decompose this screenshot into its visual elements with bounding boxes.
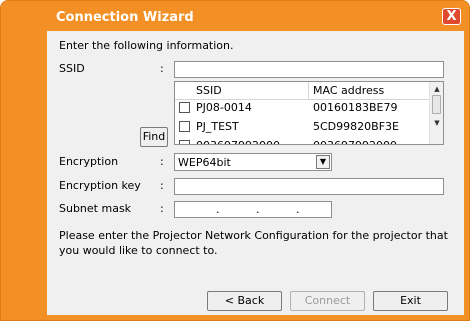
list-scrollbar[interactable]: ▲ ▼ (429, 82, 443, 144)
list-header: SSID MAC address (175, 82, 429, 100)
ssid-colon: : (160, 62, 164, 75)
connect-button[interactable]: Connect (290, 291, 365, 311)
list-item[interactable]: 003697992000 003697992000 (175, 137, 429, 144)
ssid-input[interactable] (174, 61, 444, 78)
find-button[interactable]: Find (140, 127, 168, 147)
row-checkbox[interactable] (179, 102, 190, 113)
subnet-mask-input[interactable]: . . . (174, 201, 332, 218)
window-title: Connection Wizard (56, 10, 194, 25)
list-item[interactable]: PJ08-0014 00160183BE79 (175, 99, 429, 118)
encryption-colon: : (160, 155, 164, 168)
row-mac: 003697992000 (313, 139, 397, 144)
scroll-down-icon[interactable]: ▼ (430, 116, 443, 130)
wizard-content: Enter the following information. SSID : … (47, 31, 464, 315)
title-bar: Connection Wizard X (1, 1, 469, 31)
row-mac: 5CD99820BF3E (313, 120, 399, 133)
row-checkbox[interactable] (179, 121, 190, 132)
subnet-mask-label: Subnet mask (59, 202, 132, 215)
close-icon: X (446, 9, 457, 24)
bottom-frame-band (47, 315, 464, 320)
header-divider (308, 82, 309, 99)
encryption-select[interactable]: WEP64bit ▼ (174, 153, 332, 171)
scroll-up-icon[interactable]: ▲ (430, 82, 443, 96)
octet-separator: . (296, 203, 300, 216)
octet-separator: . (256, 203, 260, 216)
list-item[interactable]: PJ_TEST 5CD99820BF3E (175, 118, 429, 137)
subnet-mask-colon: : (160, 202, 164, 215)
left-frame-band (1, 31, 47, 320)
ssid-list[interactable]: SSID MAC address PJ08-0014 00160183BE79 … (174, 81, 444, 145)
encryption-label: Encryption (59, 155, 119, 168)
back-button[interactable]: < Back (207, 291, 282, 311)
col-header-ssid[interactable]: SSID (196, 84, 222, 97)
row-checkbox[interactable] (179, 140, 190, 144)
exit-button[interactable]: Exit (373, 291, 448, 311)
row-ssid: PJ08-0014 (196, 101, 252, 114)
right-frame-band (464, 31, 469, 320)
encryption-key-input[interactable] (174, 178, 444, 195)
instruction-message: Please enter the Projector Network Confi… (59, 229, 448, 257)
encryption-value: WEP64bit (178, 156, 231, 169)
scroll-thumb[interactable] (432, 95, 441, 114)
close-button[interactable]: X (442, 8, 461, 25)
octet-separator: . (216, 203, 220, 216)
encryption-key-label: Encryption key (59, 179, 141, 192)
ssid-label: SSID (59, 62, 85, 75)
chevron-down-icon[interactable]: ▼ (316, 155, 330, 169)
row-mac: 00160183BE79 (313, 101, 398, 114)
col-header-mac[interactable]: MAC address (313, 84, 384, 97)
encryption-key-colon: : (160, 179, 164, 192)
row-ssid: PJ_TEST (196, 120, 239, 133)
wizard-window: Connection Wizard X Enter the following … (0, 0, 470, 321)
intro-text: Enter the following information. (59, 39, 234, 52)
row-ssid: 003697992000 (196, 139, 280, 144)
